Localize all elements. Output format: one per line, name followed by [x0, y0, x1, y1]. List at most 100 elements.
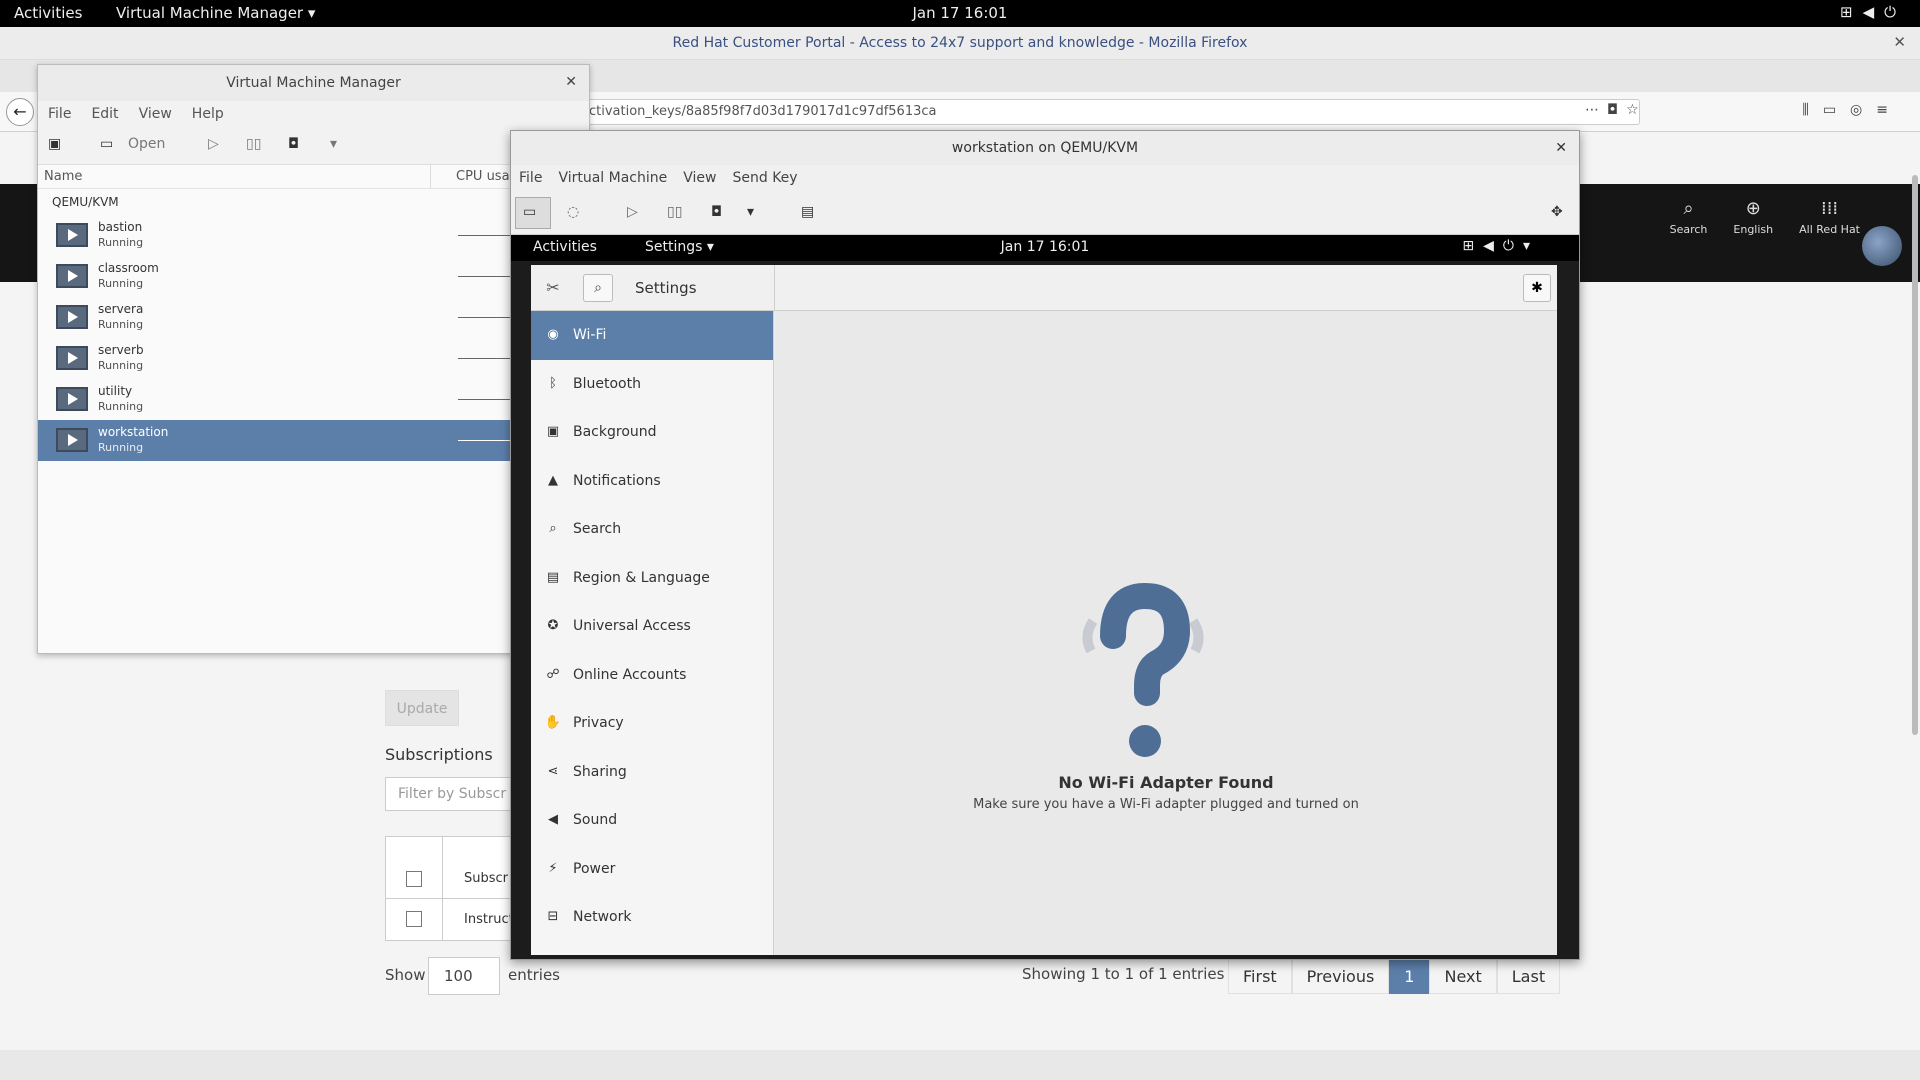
power-icon: ⚡	[548, 860, 558, 876]
connection-group[interactable]: QEMU/KVM	[38, 189, 589, 215]
pause-icon[interactable]: ▯▯	[667, 204, 682, 220]
first-page-button[interactable]: First	[1228, 958, 1292, 994]
page-size-select[interactable]: 100	[428, 957, 500, 995]
chevron-down-icon[interactable]: ▾	[330, 136, 337, 152]
vmm-toolbar: ▣ ▭ Open ▷ ▯▯ ◘ ▾	[38, 129, 589, 165]
console-menu-view[interactable]: View	[675, 165, 724, 191]
pause-icon[interactable]: ▯▯	[246, 136, 261, 152]
stop-icon[interactable]: ◘	[711, 204, 722, 220]
sidebar-item-sound[interactable]: ◀ Sound	[531, 796, 773, 845]
sidebar-item-label: Sound	[573, 812, 618, 828]
empty-state-subtitle: Make sure you have a Wi-Fi adapter plugg…	[973, 797, 1359, 812]
sidebar-item-wi-fi[interactable]: ◉ Wi-Fi	[531, 311, 773, 360]
sidebar-item-bluetooth[interactable]: ᛒ Bluetooth	[531, 360, 773, 409]
privacy-hand-icon: ✋	[544, 715, 562, 730]
network-icon: ⊟	[547, 909, 559, 924]
sidebar-item-sharing[interactable]: ⋖ Sharing	[531, 748, 773, 797]
column-name[interactable]: Name	[44, 169, 82, 184]
select-all-checkbox[interactable]	[406, 871, 422, 887]
open-button[interactable]: Open	[128, 136, 165, 152]
vmm-menu-view[interactable]: View	[129, 101, 182, 127]
console-menu-sendkey[interactable]: Send Key	[724, 165, 805, 191]
sidebar-item-label: Search	[573, 521, 622, 537]
settings-headerbar: ✂ ⌕ Settings ✱	[531, 265, 1557, 311]
sidebar-item-label: Region & Language	[573, 569, 710, 586]
vmm-title: Virtual Machine Manager	[38, 65, 589, 101]
entries-label: entries	[508, 966, 560, 984]
vm-monitor-icon	[56, 305, 88, 329]
sidebar-item-online-accounts[interactable]: ☍ Online Accounts	[531, 651, 773, 700]
new-vm-icon[interactable]: ▣	[48, 136, 61, 152]
wifi-panel: No Wi-Fi Adapter Found Make sure you hav…	[775, 311, 1557, 955]
fullscreen-icon[interactable]: ✥	[1551, 204, 1563, 220]
sidebar-item-label: Bluetooth	[573, 375, 641, 392]
sidebar-item-label: Universal Access	[573, 618, 691, 634]
tools-icon[interactable]: ✂	[539, 274, 567, 302]
filter-input[interactable]: Filter by Subscr	[385, 777, 525, 811]
sidebar-item-universal-access[interactable]: ✪ Universal Access	[531, 602, 773, 651]
sidebar-item-power[interactable]: ⚡ Power	[531, 845, 773, 894]
row-checkbox[interactable]	[406, 911, 422, 927]
table-header[interactable]: Subscr	[464, 871, 508, 886]
guest-clock[interactable]: Jan 17 16:01	[511, 239, 1579, 255]
console-menu-vm[interactable]: Virtual Machine	[550, 165, 675, 191]
monitor-icon[interactable]: ▭	[523, 204, 536, 220]
question-mark-icon	[1082, 582, 1204, 757]
play-icon[interactable]: ▷	[208, 136, 219, 152]
chevron-down-icon[interactable]: ▾	[747, 204, 754, 220]
vmm-column-header: Name CPU usa	[38, 165, 589, 189]
sidebar-item-privacy[interactable]: ✋ Privacy	[531, 699, 773, 748]
subscriptions-table: Subscr Instruct	[385, 836, 515, 941]
speaker-icon: ◀	[548, 812, 558, 827]
vmm-close-button[interactable]: ✕	[565, 74, 577, 90]
play-icon[interactable]: ▷	[627, 204, 638, 220]
wifi-menu-button[interactable]: ✱	[1523, 274, 1551, 302]
vmm-menu-file[interactable]: File	[38, 101, 81, 127]
settings-window: ✂ ⌕ Settings ✱ ◉ Wi-Fi ᛒ Bluetooth ▣ Backgrou…	[531, 265, 1557, 955]
sidebar-item-notifications[interactable]: ▲ Notifications	[531, 457, 773, 506]
screenshot-icon[interactable]: ▤	[801, 204, 814, 220]
search-button[interactable]: ⌕	[583, 274, 613, 302]
subscriptions-heading: Subscriptions	[385, 745, 493, 764]
accessibility-icon: ✪	[547, 618, 559, 633]
sidebar-item-label: Online Accounts	[573, 666, 687, 683]
console-close-button[interactable]: ✕	[1555, 131, 1567, 165]
search-icon: ⌕	[549, 521, 557, 536]
sidebar-item-search[interactable]: ⌕ Search	[531, 505, 773, 554]
sidebar-item-label: Notifications	[573, 472, 661, 489]
vm-row-utility[interactable]: utility Running	[38, 379, 589, 420]
vmm-menu-edit[interactable]: Edit	[81, 101, 128, 127]
share-icon: ⋖	[547, 763, 559, 779]
next-page-button[interactable]: Next	[1429, 958, 1497, 994]
vmm-window: Virtual Machine Manager ✕ File Edit View He…	[37, 64, 590, 654]
sidebar-item-label: Privacy	[573, 715, 624, 731]
vmm-menu-help[interactable]: Help	[182, 101, 234, 127]
vm-monitor-icon	[56, 346, 88, 370]
previous-page-button[interactable]: Previous	[1291, 958, 1390, 994]
sidebar-item-network[interactable]: ⊟ Network	[531, 893, 773, 942]
lightbulb-icon[interactable]: ◌	[567, 204, 579, 220]
table-cell: Instruct	[464, 912, 514, 927]
vm-row-servera[interactable]: servera Running	[38, 297, 589, 338]
last-page-button[interactable]: Last	[1496, 958, 1561, 994]
background-icon: ▣	[546, 424, 560, 439]
console-menu-file[interactable]: File	[511, 165, 550, 191]
vm-row-bastion[interactable]: bastion Running	[38, 215, 589, 256]
guest-top-bar: Activities Settings ▾ Jan 17 16:01 ⊞◀⏻▾	[511, 235, 1579, 261]
vm-row-classroom[interactable]: classroom Running	[38, 256, 589, 297]
sidebar-item-background[interactable]: ▣ Background	[531, 408, 773, 457]
sidebar-item-label: Sharing	[573, 763, 627, 780]
vm-row-workstation[interactable]: workstation Running	[38, 420, 589, 461]
vmm-menubar: File Edit View Help	[38, 101, 589, 129]
vm-row-serverb[interactable]: serverb Running	[38, 338, 589, 379]
sidebar-item-label: Power	[573, 860, 616, 877]
current-page-button[interactable]: 1	[1389, 958, 1430, 994]
monitor-icon[interactable]: ▭	[100, 136, 113, 152]
settings-sidebar: ◉ Wi-Fi ᛒ Bluetooth ▣ Background ▲ Notification…	[531, 311, 774, 955]
console-toolbar: ▭ ◌ ▷ ▯▯ ◘ ▾ ▤ ✥	[511, 193, 1579, 235]
stop-icon[interactable]: ◘	[288, 136, 299, 152]
column-cpu[interactable]: CPU usa	[456, 169, 510, 184]
guest-tray[interactable]: ⊞◀⏻▾	[1462, 238, 1539, 254]
update-button[interactable]: Update	[385, 690, 459, 726]
sidebar-item-region-language[interactable]: ▤ Region & Language	[531, 554, 773, 603]
